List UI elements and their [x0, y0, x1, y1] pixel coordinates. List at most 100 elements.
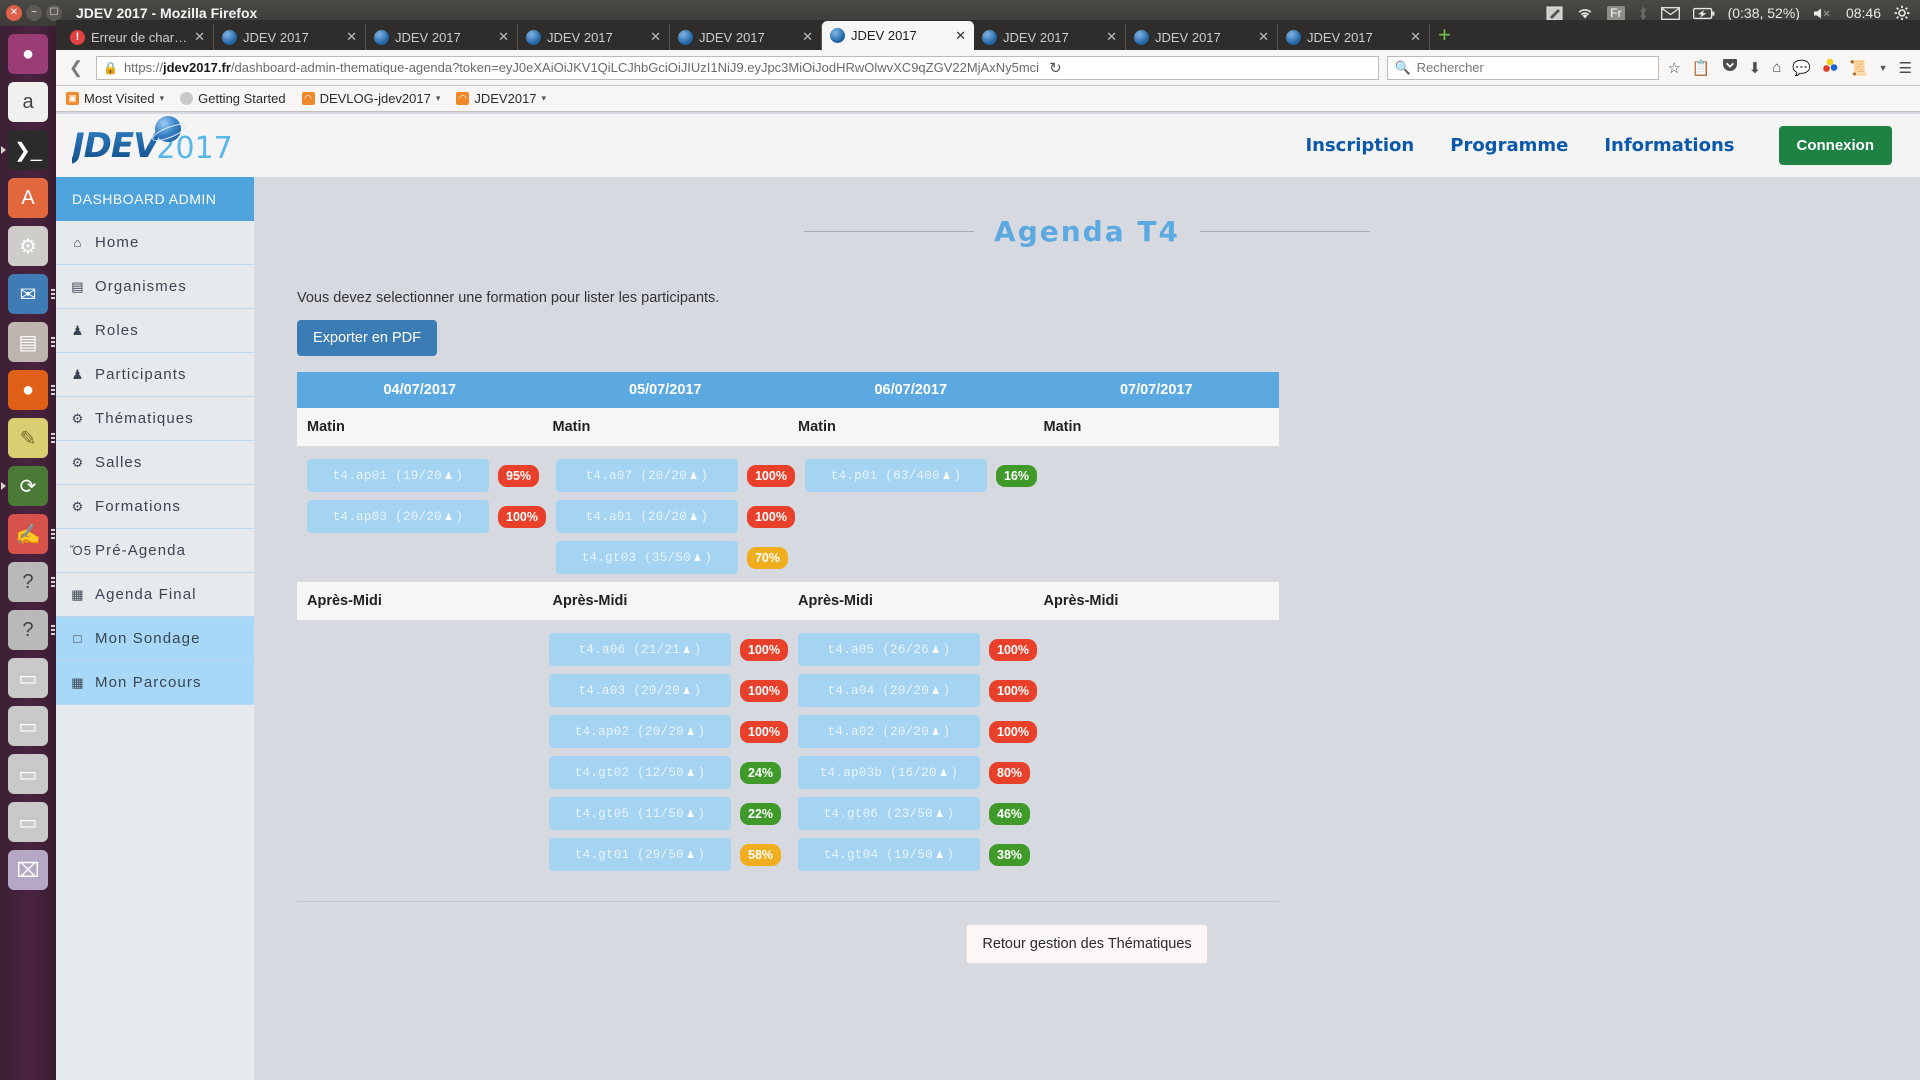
back-icon[interactable]: ❮: [64, 56, 88, 80]
formation-chip[interactable]: t4.a05 (26/26 ♟): [798, 633, 980, 666]
formation-chip[interactable]: t4.gt03 (35/50 ♟): [555, 541, 738, 574]
home-icon[interactable]: ⌂: [1772, 59, 1781, 76]
bookmark-item[interactable]: Getting Started: [180, 91, 286, 106]
bluetooth-icon[interactable]: [1638, 5, 1648, 21]
launcher-item-files[interactable]: ▤: [0, 318, 56, 366]
window-controls[interactable]: ✕ − ☐: [0, 5, 62, 21]
volume-muted-icon[interactable]: [1813, 7, 1833, 20]
browser-tab[interactable]: JDEV 2017 ✕: [822, 21, 974, 50]
sidebar-item-roles[interactable]: ♟ Roles: [56, 309, 254, 353]
downloads-icon[interactable]: ⬇: [1749, 59, 1762, 77]
formation-chip[interactable]: t4.ap01 (19/20 ♟): [307, 459, 489, 492]
url-bar[interactable]: 🔒 https://jdev2017.fr/dashboard-admin-th…: [96, 55, 1380, 80]
hamburger-menu-icon[interactable]: ☰: [1899, 59, 1912, 77]
launcher-item-drive-3[interactable]: ▭: [0, 750, 56, 798]
colorpicker-icon[interactable]: [1822, 58, 1838, 78]
browser-tab[interactable]: JDEV 2017 ✕: [974, 24, 1126, 50]
nav-link-programme[interactable]: Programme: [1450, 135, 1568, 156]
launcher-item-pdf-reader[interactable]: ✍: [0, 510, 56, 558]
search-input[interactable]: 🔍 Rechercher: [1387, 55, 1660, 80]
launcher-item-thunderbird[interactable]: ✉: [0, 270, 56, 318]
tab-close-icon[interactable]: ✕: [650, 29, 661, 45]
formation-chip[interactable]: t4.gt02 (12/50 ♟): [549, 756, 732, 789]
gear-icon[interactable]: [1894, 5, 1910, 21]
overflow-chevron-icon[interactable]: ▼: [1879, 63, 1888, 73]
sidebar-item-participants[interactable]: ♟ Participants: [56, 353, 254, 397]
sidebar-item-home[interactable]: ⌂ Home: [56, 221, 254, 265]
maximize-window-icon[interactable]: ☐: [46, 5, 62, 21]
launcher-item-drive[interactable]: ▭: [0, 654, 56, 702]
launcher-item-text-editor[interactable]: ✎: [0, 414, 56, 462]
new-tab-button[interactable]: +: [1438, 24, 1451, 46]
chevron-down-icon[interactable]: ▾: [160, 93, 165, 104]
jdev-logo[interactable]: JDEV 2017: [72, 115, 233, 166]
formation-chip[interactable]: t4.ap02 (20/20 ♟): [549, 715, 732, 748]
launcher-item-software-center[interactable]: A: [0, 174, 56, 222]
nav-link-inscription[interactable]: Inscription: [1305, 135, 1414, 156]
browser-tab[interactable]: JDEV 2017 ✕: [366, 24, 518, 50]
chevron-down-icon[interactable]: ▾: [542, 93, 547, 104]
bookmark-item[interactable]: ◠ JDEV2017 ▾: [456, 91, 546, 106]
nav-link-informations[interactable]: Informations: [1604, 135, 1734, 156]
launcher-item-trash[interactable]: ⌧: [0, 846, 56, 894]
tab-close-icon[interactable]: ✕: [498, 29, 509, 45]
launcher-item-drive-2[interactable]: ▭: [0, 702, 56, 750]
tab-close-icon[interactable]: ✕: [346, 29, 357, 45]
browser-tab[interactable]: ! Erreur de chargem... ✕: [62, 24, 214, 50]
mail-icon[interactable]: [1660, 6, 1680, 20]
formation-chip[interactable]: t4.a01 (20/20 ♟): [555, 500, 738, 533]
sidebar-item-thematiques[interactable]: ⚙ Thématiques: [56, 397, 254, 441]
launcher-item-system-settings[interactable]: ⚙: [0, 222, 56, 270]
bookmark-star-icon[interactable]: ☆: [1667, 59, 1680, 77]
sidebar-item-organismes[interactable]: ▤ Organismes: [56, 265, 254, 309]
battery-icon[interactable]: [1692, 7, 1715, 20]
sidebar-item-mon-sondage[interactable]: □ Mon Sondage: [56, 617, 254, 661]
connexion-button[interactable]: Connexion: [1778, 126, 1892, 165]
back-to-thematiques-button[interactable]: Retour gestion des Thématiques: [966, 924, 1208, 964]
reload-icon[interactable]: ↻: [1045, 59, 1062, 77]
launcher-item-ubuntu-dash[interactable]: ●: [0, 30, 56, 78]
sidebar-item-formations[interactable]: ⚙ Formations: [56, 485, 254, 529]
bookmark-item[interactable]: ◠ DEVLOG-jdev2017 ▾: [301, 91, 441, 106]
formation-chip[interactable]: t4.a03 (20/20 ♟): [549, 674, 732, 707]
formation-chip[interactable]: t4.gt05 (11/50 ♟): [549, 797, 732, 830]
formation-chip[interactable]: t4.ap03b (16/20 ♟): [798, 756, 980, 789]
pocket-icon[interactable]: [1722, 58, 1738, 77]
clipboard-icon[interactable]: 📜: [1849, 59, 1868, 77]
launcher-item-drive-4[interactable]: ▭: [0, 798, 56, 846]
formation-chip[interactable]: t4.ap03 (20/20 ♟): [307, 500, 489, 533]
formation-chip[interactable]: t4.a04 (20/20 ♟): [798, 674, 980, 707]
wifi-icon[interactable]: [1576, 6, 1594, 20]
browser-tab[interactable]: JDEV 2017 ✕: [518, 24, 670, 50]
sidebar-item-pre-agenda[interactable]: Ὄ5 Pré-Agenda: [56, 529, 254, 573]
launcher-item-unknown-app-2[interactable]: ?: [0, 606, 56, 654]
formation-chip[interactable]: t4.gt06 (23/50 ♟): [798, 797, 980, 830]
sidebar-item-agenda-final[interactable]: ▦ Agenda Final: [56, 573, 254, 617]
launcher-item-firefox[interactable]: ●: [0, 366, 56, 414]
browser-tab[interactable]: JDEV 2017 ✕: [1278, 24, 1430, 50]
close-window-icon[interactable]: ✕: [6, 5, 22, 21]
tab-close-icon[interactable]: ✕: [802, 29, 813, 45]
launcher-item-unknown-app[interactable]: ?: [0, 558, 56, 606]
chevron-down-icon[interactable]: ▾: [436, 93, 441, 104]
note-icon[interactable]: [1546, 6, 1563, 21]
bookmark-item[interactable]: ▣ Most Visited ▾: [66, 91, 164, 106]
formation-chip[interactable]: t4.a02 (20/20 ♟): [798, 715, 980, 748]
minimize-window-icon[interactable]: −: [26, 5, 42, 21]
tab-close-icon[interactable]: ✕: [194, 29, 205, 45]
launcher-item-amazon[interactable]: a: [0, 78, 56, 126]
formation-chip[interactable]: t4.a06 (21/21 ♟): [549, 633, 732, 666]
browser-tab[interactable]: JDEV 2017 ✕: [1126, 24, 1278, 50]
clock[interactable]: 08:46: [1846, 5, 1881, 21]
export-pdf-button[interactable]: Exporter en PDF: [297, 320, 437, 356]
formation-chip[interactable]: t4.gt01 (29/50 ♟): [549, 838, 732, 871]
tab-close-icon[interactable]: ✕: [1410, 29, 1421, 45]
browser-tab[interactable]: JDEV 2017 ✕: [214, 24, 366, 50]
formation-chip[interactable]: t4.p01 (63/400 ♟): [804, 459, 987, 492]
chat-icon[interactable]: 💬: [1792, 59, 1811, 77]
launcher-item-terminal[interactable]: ❯_: [0, 126, 56, 174]
tab-close-icon[interactable]: ✕: [1258, 29, 1269, 45]
tab-close-icon[interactable]: ✕: [1106, 29, 1117, 45]
sidebar-item-salles[interactable]: ⚙ Salles: [56, 441, 254, 485]
launcher-item-software-updater[interactable]: ⟳: [0, 462, 56, 510]
